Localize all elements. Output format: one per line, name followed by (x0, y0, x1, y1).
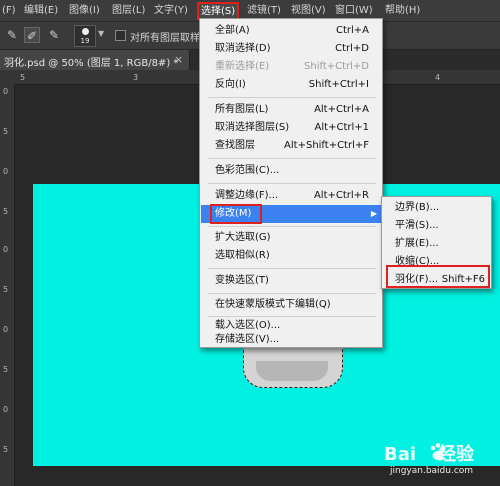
menu-separator (208, 268, 376, 269)
menu-view[interactable]: 视图(V) (291, 4, 326, 18)
submenu-item-smooth[interactable]: 平滑(S)... (383, 217, 491, 235)
menu-separator (208, 293, 376, 294)
ruler-tick-label: 0 (3, 245, 9, 254)
menu-image[interactable]: 图像(I) (69, 4, 100, 18)
ruler-tick-label: 0 (3, 87, 9, 96)
ruler-tick-label: 0 (3, 325, 9, 334)
quick-select-icon[interactable]: ✐ (24, 27, 40, 43)
menu-edit[interactable]: 编辑(E) (24, 4, 58, 18)
menu-item-quick-mask[interactable]: 在快速蒙版模式下编辑(Q) (201, 296, 381, 314)
menu-item-deselect-layers[interactable]: 取消选择图层(S) Alt+Ctrl+1 (201, 119, 381, 137)
document-tab[interactable]: 羽化.psd @ 50% (图层 1, RGB/8#) * × (0, 50, 190, 70)
ruler-tick-label: 4 (435, 73, 441, 82)
menu-filter[interactable]: 滤镜(T) (247, 4, 281, 18)
menu-separator (208, 97, 376, 98)
vertical-ruler: 0 5 0 5 0 5 0 5 0 5 (0, 85, 15, 486)
menu-type[interactable]: 文字(Y) (154, 4, 188, 18)
ruler-tick-label: 5 (3, 365, 9, 374)
menu-file[interactable]: (F) (2, 4, 16, 18)
menu-layer[interactable]: 图层(L) (112, 4, 145, 18)
sample-all-layers-checkbox[interactable] (115, 30, 126, 41)
select-menu-dropdown: 全部(A) Ctrl+A 取消选择(D) Ctrl+D 重新选择(E) Shift+C… (199, 18, 383, 348)
menu-item-deselect[interactable]: 取消选择(D) Ctrl+D (201, 40, 381, 58)
menu-item-color-range[interactable]: 色彩范围(C)... (201, 162, 381, 180)
submenu-item-expand[interactable]: 扩展(E)... (383, 235, 491, 253)
watermark-url: jingyan.baidu.com (390, 466, 474, 476)
document-tab-title: 羽化.psd @ 50% (图层 1, RGB/8#) * (4, 58, 179, 69)
paw-logo-icon (430, 443, 446, 460)
brush-size-picker[interactable]: 19 (74, 25, 96, 47)
menu-item-select-all[interactable]: 全部(A) Ctrl+A (201, 22, 381, 40)
sample-all-layers-label: 对所有图层取样 (130, 33, 200, 44)
ruler-tick-label: 5 (3, 127, 9, 136)
menu-item-all-layers[interactable]: 所有图层(L) Alt+Ctrl+A (201, 101, 381, 119)
submenu-arrow-icon: ▶ (370, 209, 377, 218)
brush-preview-icon (82, 28, 89, 35)
ruler-tick-label: 0 (3, 167, 9, 176)
chevron-down-icon[interactable]: ▼ (98, 29, 104, 38)
menu-item-reselect[interactable]: 重新选择(E) Shift+Ctrl+D (201, 58, 381, 76)
ruler-corner (0, 70, 15, 85)
brush-size-value: 19 (80, 37, 90, 45)
menu-separator (208, 183, 376, 184)
subtract-select-icon[interactable]: ✎ (46, 27, 62, 43)
ruler-tick-label: 0 (3, 405, 9, 414)
ruler-tick-label: 5 (3, 445, 9, 454)
submenu-item-border[interactable]: 边界(B)... (383, 199, 491, 217)
menu-separator (208, 226, 376, 227)
menu-item-find-layers[interactable]: 查找图层 Alt+Shift+Ctrl+F (201, 137, 381, 155)
menu-item-save-selection[interactable]: 存储选区(V)... (201, 331, 381, 349)
menu-item-similar[interactable]: 选取相似(R) (201, 247, 381, 265)
close-icon[interactable]: × (174, 53, 183, 66)
object-shadow (256, 361, 328, 381)
menu-item-transform-selection[interactable]: 变换选区(T) (201, 272, 381, 290)
menu-item-inverse[interactable]: 反向(I) Shift+Ctrl+I (201, 76, 381, 94)
menu-item-modify[interactable]: 修改(M) ▶ (201, 204, 381, 224)
annotation-highlight-box (386, 265, 490, 288)
brush-tool-icon[interactable]: ✎ (4, 27, 20, 43)
ruler-tick-label: 5 (3, 285, 9, 294)
menu-help[interactable]: 帮助(H) (385, 4, 420, 18)
annotation-highlight-box (210, 204, 262, 224)
ruler-tick-label: 5 (20, 73, 26, 82)
ruler-tick-label: 3 (133, 73, 139, 82)
baidu-jingyan-watermark: Bai 经验 jingyan.baidu.com (384, 440, 496, 484)
menu-window[interactable]: 窗口(W) (335, 4, 373, 18)
ruler-tick-label: 5 (3, 207, 9, 216)
menu-item-refine-edge[interactable]: 调整边缘(F)... Alt+Ctrl+R (201, 187, 381, 205)
menu-item-grow[interactable]: 扩大选取(G) (201, 229, 381, 247)
menu-separator (208, 158, 376, 159)
